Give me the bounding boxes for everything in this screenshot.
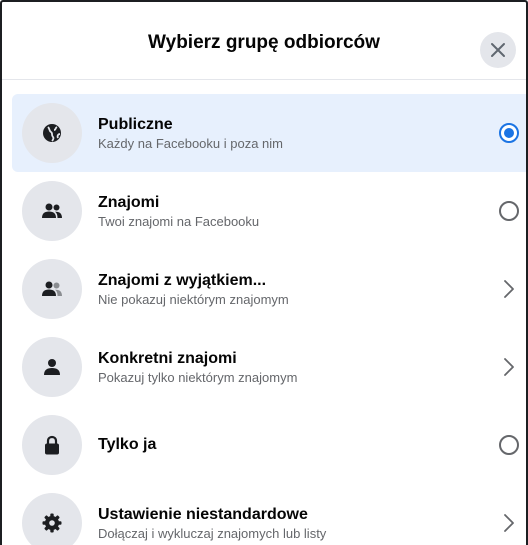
option-description: Pokazuj tylko niektórym znajomym xyxy=(98,369,298,385)
friends-icon xyxy=(42,203,62,218)
option-icon-wrap xyxy=(22,259,82,319)
option-text: Publiczne Każdy na Facebooku i poza nim xyxy=(98,115,283,152)
chevron-button[interactable] xyxy=(498,356,520,378)
chevron-right-icon xyxy=(504,280,514,298)
chevron-right-icon xyxy=(504,514,514,532)
dialog-title: Wybierz grupę odbiorców xyxy=(148,32,380,53)
option-icon-wrap xyxy=(22,181,82,241)
option-description: Twoi znajomi na Facebooku xyxy=(98,213,260,229)
option-only-me[interactable]: Tylko ja xyxy=(2,406,526,484)
option-icon-wrap xyxy=(22,103,82,163)
option-label: Ustawienie niestandardowe xyxy=(98,505,308,523)
gear-icon xyxy=(42,513,62,533)
option-text: Znajomi Twoi znajomi na Facebooku xyxy=(98,193,259,230)
option-description: Dołączaj i wykluczaj znajomych lub listy xyxy=(98,525,327,541)
friends-except-icon xyxy=(42,281,62,296)
globe-icon xyxy=(43,124,61,142)
lock-icon xyxy=(45,435,59,455)
audience-dialog: Wybierz grupę odbiorców Publiczne Każdy … xyxy=(0,0,528,545)
option-label: Znajomi z wyjątkiem... xyxy=(98,271,267,289)
option-friends-except[interactable]: Znajomi z wyjątkiem... Nie pokazuj niekt… xyxy=(2,250,526,328)
option-icon-wrap xyxy=(22,337,82,397)
chevron-button[interactable] xyxy=(498,512,520,534)
chevron-right-icon xyxy=(504,358,514,376)
dialog-header: Wybierz grupę odbiorców xyxy=(2,2,526,80)
option-text: Konkretni znajomi Pokazuj tylko niektóry… xyxy=(98,349,297,386)
option-label: Tylko ja xyxy=(98,436,157,453)
radio-unchecked-icon xyxy=(499,435,519,455)
close-button[interactable] xyxy=(480,32,516,68)
person-icon xyxy=(44,359,60,375)
radio-button[interactable] xyxy=(498,200,520,222)
option-text: Tylko ja xyxy=(98,435,156,455)
option-specific-friends[interactable]: Konkretni znajomi Pokazuj tylko niektóry… xyxy=(2,328,526,406)
option-description: Nie pokazuj niektórym znajomym xyxy=(98,291,289,307)
option-icon-wrap xyxy=(22,415,82,475)
radio-button[interactable] xyxy=(498,122,520,144)
option-label: Znajomi xyxy=(98,193,160,211)
radio-button[interactable] xyxy=(498,434,520,456)
audience-options-list: Publiczne Każdy na Facebooku i poza nim … xyxy=(2,94,526,545)
option-label: Publiczne xyxy=(98,115,173,133)
option-label: Konkretni znajomi xyxy=(98,349,237,367)
option-text: Znajomi z wyjątkiem... Nie pokazuj niekt… xyxy=(98,271,289,308)
chevron-button[interactable] xyxy=(498,278,520,300)
radio-unchecked-icon xyxy=(499,201,519,221)
radio-checked-icon xyxy=(499,123,519,143)
close-icon xyxy=(491,43,505,57)
option-description: Każdy na Facebooku i poza nim xyxy=(98,135,283,151)
option-public[interactable]: Publiczne Każdy na Facebooku i poza nim xyxy=(12,94,526,172)
option-icon-wrap xyxy=(22,493,82,545)
option-friends[interactable]: Znajomi Twoi znajomi na Facebooku xyxy=(2,172,526,250)
option-text: Ustawienie niestandardowe Dołączaj i wyk… xyxy=(98,505,326,542)
option-custom[interactable]: Ustawienie niestandardowe Dołączaj i wyk… xyxy=(2,484,526,545)
